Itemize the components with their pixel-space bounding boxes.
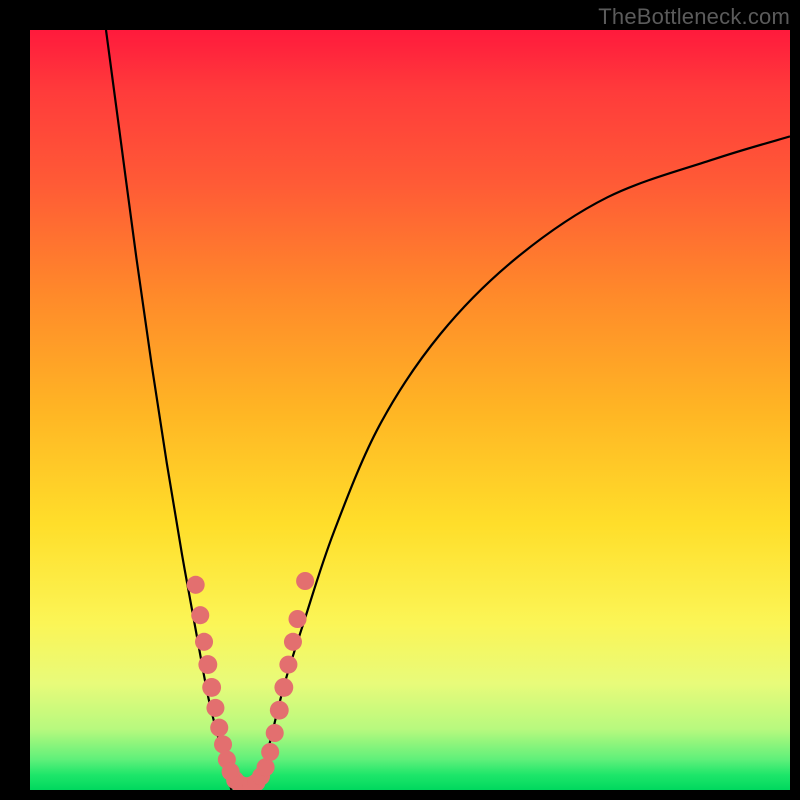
- curve-marker: [266, 724, 284, 742]
- curve-marker: [284, 633, 302, 651]
- curve-marker: [279, 656, 297, 674]
- curve-marker: [257, 758, 275, 776]
- chart-frame: TheBottleneck.com: [0, 0, 800, 800]
- curve-marker: [214, 735, 232, 753]
- watermark-text: TheBottleneck.com: [598, 4, 790, 30]
- curve-marker: [274, 678, 293, 697]
- curve-marker: [202, 678, 221, 697]
- curve-marker: [261, 743, 279, 761]
- curve-marker: [191, 606, 209, 624]
- curve-marker: [289, 610, 307, 628]
- curve-marker: [198, 655, 217, 674]
- curve-marker: [187, 576, 205, 594]
- curve-marker: [270, 701, 289, 720]
- curve-marker: [195, 633, 213, 651]
- curve-right: [258, 136, 790, 790]
- curve-marker: [296, 572, 314, 590]
- curve-marker: [206, 699, 224, 717]
- curve-marker: [210, 719, 228, 737]
- chart-plot-area: [30, 30, 790, 790]
- curve-left: [106, 30, 231, 790]
- chart-svg: [30, 30, 790, 790]
- curve-markers: [187, 572, 314, 790]
